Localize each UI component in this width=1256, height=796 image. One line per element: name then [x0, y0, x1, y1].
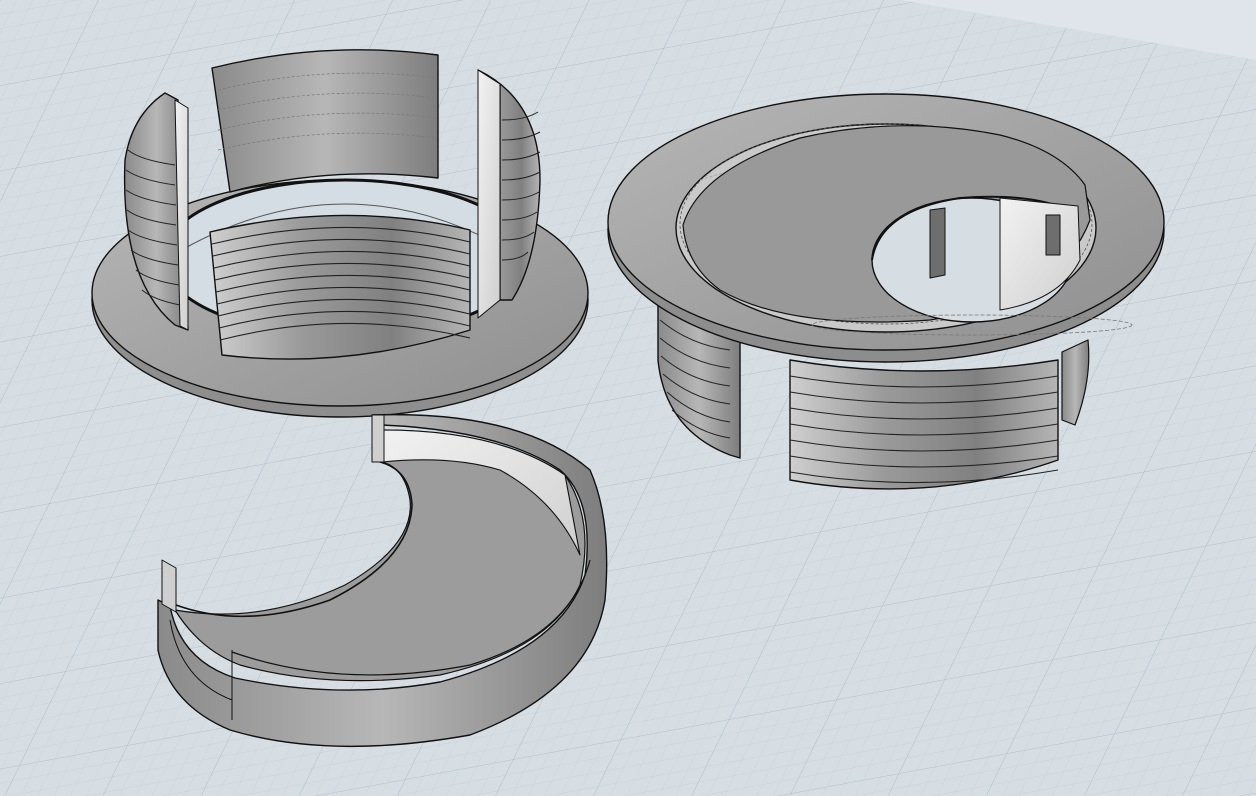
cad-3d-viewport[interactable]: [0, 0, 1256, 796]
grommet-base-model[interactable]: [91, 49, 589, 418]
